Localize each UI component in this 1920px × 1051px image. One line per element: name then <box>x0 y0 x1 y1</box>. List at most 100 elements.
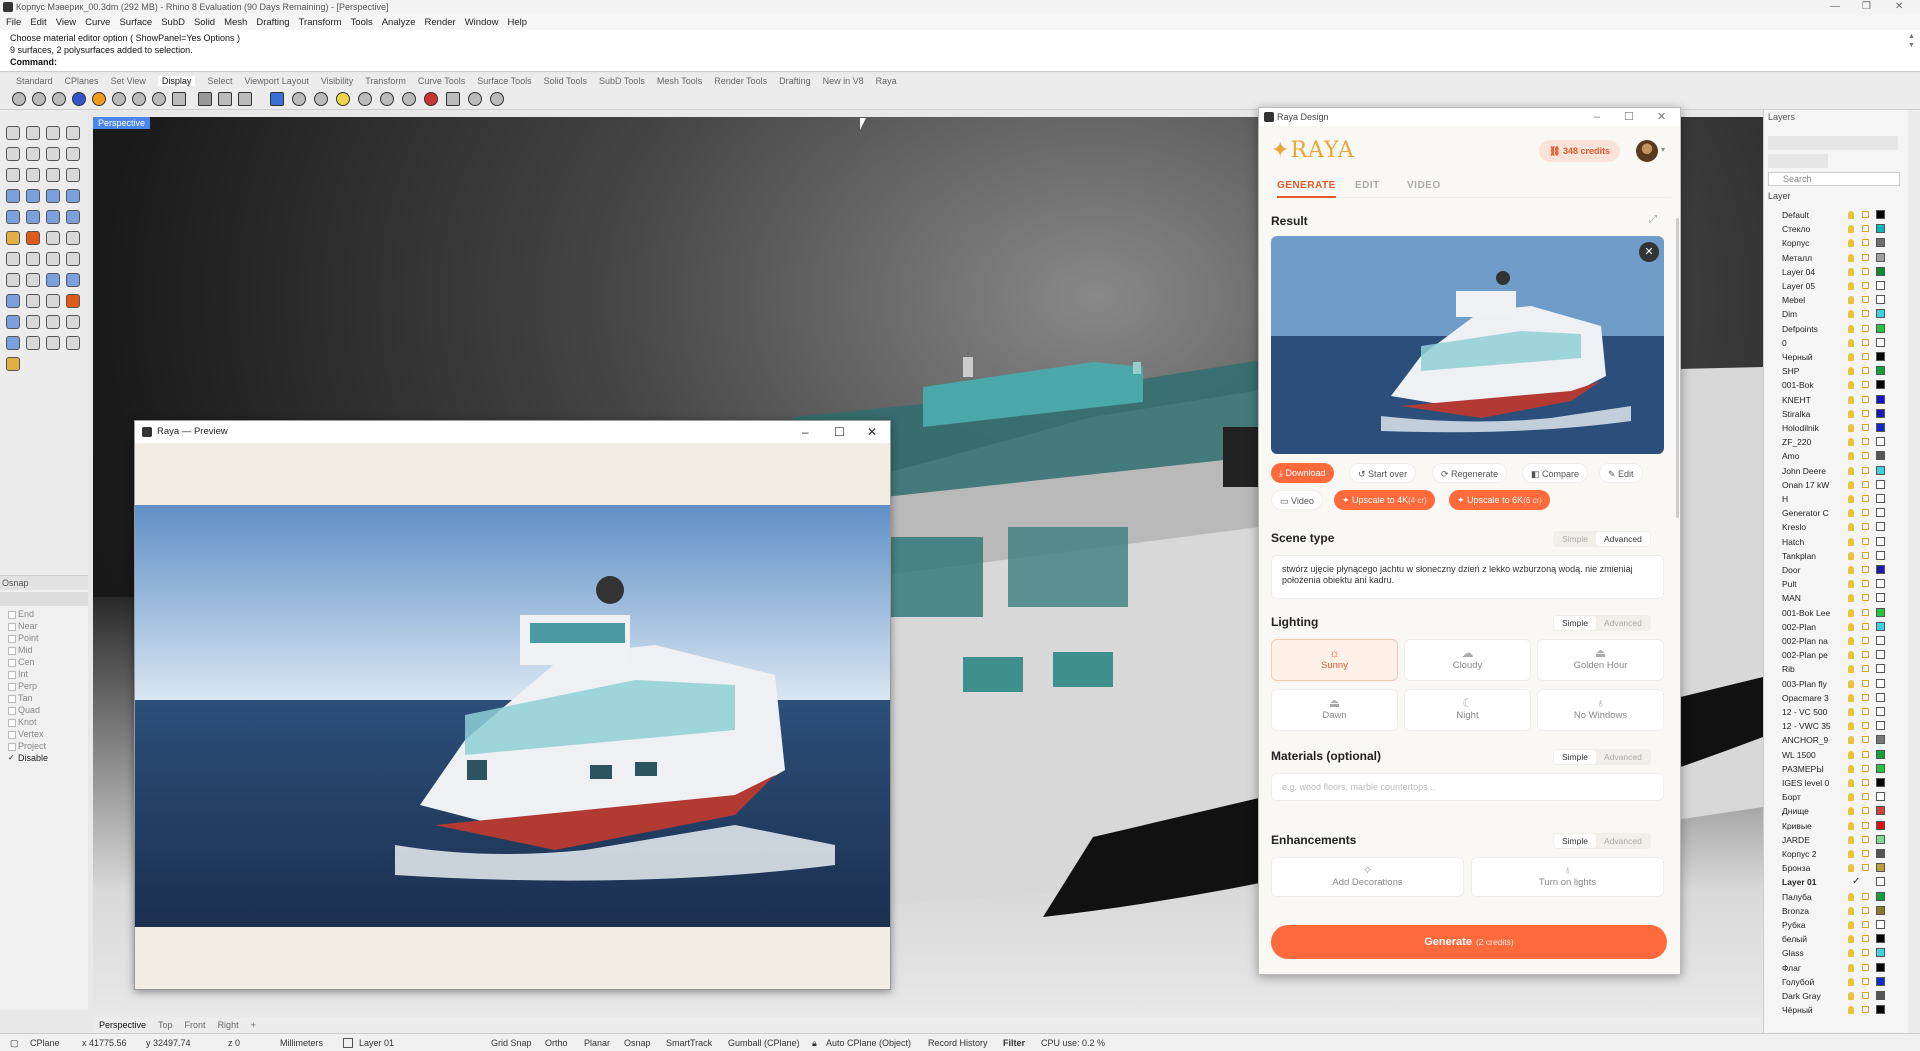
visibility-bulb-icon[interactable] <box>1848 395 1854 404</box>
layer-color-swatch[interactable] <box>1876 295 1885 305</box>
smarttrack-toggle[interactable]: SmartTrack <box>666 1038 712 1048</box>
layer-row[interactable]: 001-Bok <box>1764 378 1904 392</box>
layer-color-swatch[interactable] <box>1876 494 1885 503</box>
lock-icon[interactable] <box>1862 935 1869 943</box>
lighting-sunny[interactable]: ☼ Sunny <box>1271 639 1398 681</box>
layer-column-header[interactable]: Layer <box>1768 191 1791 201</box>
layer-row[interactable]: 001-Bok Lee <box>1764 606 1904 620</box>
lighting-cloudy[interactable]: ☁ Cloudy <box>1404 639 1531 681</box>
enhancements-advanced-option[interactable]: Advanced <box>1596 834 1650 848</box>
layer-row[interactable]: Layer 01 ✓ <box>1764 875 1904 889</box>
visibility-bulb-icon[interactable] <box>1848 651 1854 660</box>
layer-color-swatch[interactable] <box>1876 281 1885 290</box>
layer-color-swatch[interactable] <box>1876 565 1885 574</box>
lock-icon[interactable] <box>1862 949 1869 957</box>
layer-color-swatch[interactable] <box>1876 920 1885 929</box>
units-label[interactable]: Millimeters <box>280 1038 323 1048</box>
visibility-bulb-icon[interactable] <box>1848 835 1854 844</box>
layer-row[interactable]: Черный <box>1764 350 1904 364</box>
menu-help[interactable]: Help <box>508 17 528 28</box>
visibility-bulb-icon[interactable] <box>1848 466 1854 475</box>
visibility-bulb-icon[interactable] <box>1848 282 1854 290</box>
visibility-bulb-icon[interactable] <box>1848 424 1854 432</box>
layer-row[interactable]: Door <box>1764 563 1904 577</box>
layer-row[interactable]: KNEHT <box>1764 393 1904 407</box>
rectangle-icon[interactable] <box>66 126 80 140</box>
layer-color-swatch[interactable] <box>1876 863 1885 873</box>
circle-icon[interactable] <box>6 147 20 161</box>
mirror-icon[interactable] <box>66 273 80 287</box>
join-icon[interactable] <box>6 252 20 266</box>
tab-generate[interactable]: GENERATE <box>1277 180 1336 198</box>
lock-icon[interactable] <box>1862 438 1869 446</box>
regenerate-button[interactable]: ⟳ Regenerate <box>1432 463 1508 483</box>
visibility-bulb-icon[interactable] <box>1848 211 1854 219</box>
layer-row[interactable]: Бронза <box>1764 861 1904 875</box>
tab-solid-tools[interactable]: Solid Tools <box>544 76 587 86</box>
visibility-bulb-icon[interactable] <box>1848 750 1854 759</box>
minimize-icon[interactable]: — <box>1830 0 1840 14</box>
layer-row[interactable]: Holodilnik <box>1764 421 1904 435</box>
layer-row[interactable]: Стекло <box>1764 222 1904 236</box>
lock-icon[interactable] <box>1862 736 1869 744</box>
layer-color-swatch[interactable] <box>1876 849 1885 858</box>
menu-render[interactable]: Render <box>425 17 456 28</box>
lock-icon[interactable] <box>1862 253 1869 261</box>
visibility-bulb-icon[interactable] <box>1848 1006 1854 1015</box>
command-scroll-icon[interactable]: ▲ ▼ <box>1908 32 1916 50</box>
layer-row[interactable]: Opacmare 3 <box>1764 691 1904 705</box>
layer-row[interactable]: 002-Plan pe <box>1764 648 1904 662</box>
layer-row[interactable]: Металл <box>1764 251 1904 265</box>
tab-perspective[interactable]: Perspective <box>99 1020 146 1030</box>
generate-button[interactable]: Generate (2 credits) <box>1271 925 1667 959</box>
layer-color-swatch[interactable] <box>1876 763 1885 773</box>
layer-color-swatch[interactable] <box>1876 607 1885 617</box>
maximize-icon[interactable]: ☐ <box>1624 108 1634 126</box>
menu-analyze[interactable]: Analyze <box>382 17 416 28</box>
tab-curve-tools[interactable]: Curve Tools <box>418 76 465 86</box>
tab-front[interactable]: Front <box>185 1020 206 1030</box>
layer-color-swatch[interactable] <box>1876 636 1885 645</box>
visibility-bulb-icon[interactable] <box>1848 779 1854 787</box>
analyze-icon[interactable] <box>66 294 80 308</box>
layer-color-swatch[interactable] <box>1876 309 1885 319</box>
gumball-toggle[interactable]: Gumball (CPlane) <box>728 1038 800 1048</box>
lock-icon[interactable] <box>1862 807 1869 815</box>
lock-icon[interactable] <box>1862 651 1869 659</box>
layer-row[interactable]: Hatch <box>1764 535 1904 549</box>
tab-select[interactable]: Select <box>207 76 232 86</box>
render-icon[interactable] <box>424 92 438 106</box>
sweep-icon[interactable] <box>66 189 80 203</box>
osnap-project[interactable]: Project <box>8 740 88 752</box>
lock-icon[interactable] <box>1862 566 1869 573</box>
result-image[interactable] <box>1271 236 1664 454</box>
visibility-bulb-icon[interactable] <box>1848 764 1854 773</box>
osnap-mid[interactable]: Mid <box>8 644 88 656</box>
visibility-bulb-icon[interactable] <box>1848 566 1854 574</box>
ruler-icon[interactable] <box>26 294 40 308</box>
layer-row[interactable]: Stiralka <box>1764 407 1904 421</box>
shaded-icon[interactable] <box>32 92 46 106</box>
visibility-bulb-icon[interactable] <box>1848 338 1854 347</box>
visibility-bulb-icon[interactable] <box>1848 551 1854 560</box>
monochrome-icon[interactable] <box>198 92 212 106</box>
menu-file[interactable]: File <box>6 17 21 28</box>
lock-icon[interactable] <box>1862 267 1869 275</box>
tab-viewport-layout[interactable]: Viewport Layout <box>244 76 308 86</box>
layer-row[interactable]: 002-Plan na <box>1764 634 1904 648</box>
lock-icon[interactable] <box>1862 679 1869 687</box>
visibility-bulb-icon[interactable] <box>1848 892 1854 901</box>
lock-icon[interactable] <box>1862 452 1869 460</box>
layer-color-swatch[interactable] <box>1876 948 1885 958</box>
panel-scrollbar[interactable] <box>1676 218 1679 518</box>
tab-visibility[interactable]: Visibility <box>321 76 353 86</box>
visibility-bulb-icon[interactable] <box>1848 480 1854 489</box>
link-icon[interactable] <box>66 252 80 266</box>
layers-search-input[interactable]: Search <box>1768 172 1900 186</box>
layer-color-swatch[interactable] <box>1876 408 1885 418</box>
scene-advanced-option[interactable]: Advanced <box>1595 532 1650 546</box>
layer-color-swatch[interactable] <box>1876 650 1885 660</box>
wireframe-icon[interactable] <box>12 92 26 106</box>
array-icon[interactable] <box>46 273 60 287</box>
visibility-bulb-icon[interactable] <box>1848 665 1854 674</box>
